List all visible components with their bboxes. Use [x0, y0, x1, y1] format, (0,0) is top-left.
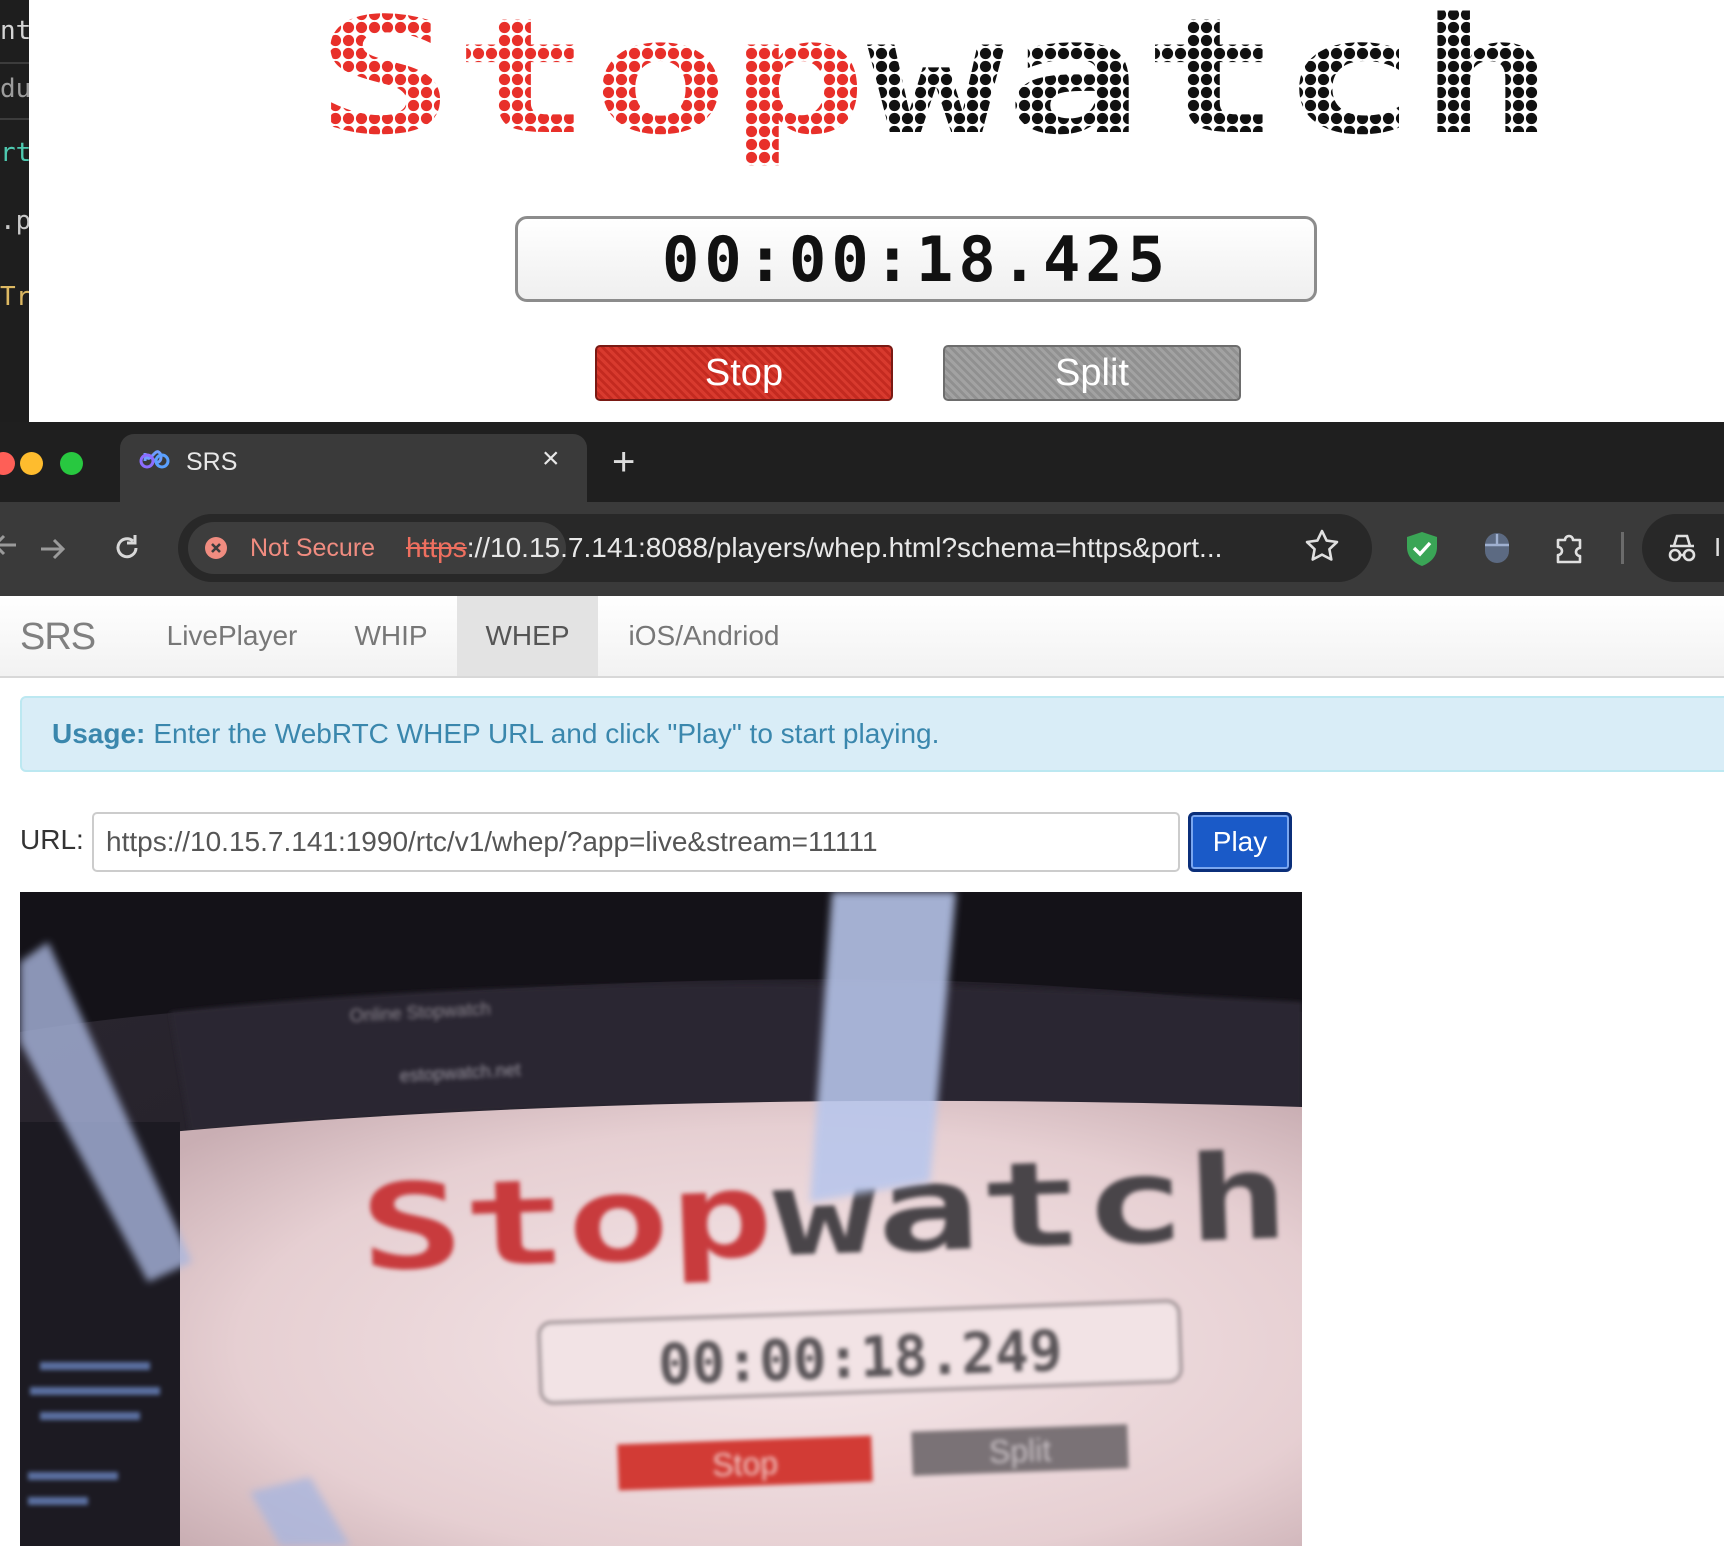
shield-extension-icon[interactable]	[1404, 530, 1440, 568]
srs-brand[interactable]: SRS	[20, 616, 96, 659]
mouse-extension-icon[interactable]	[1482, 530, 1512, 566]
url-label: URL:	[20, 824, 84, 855]
tab-close-icon[interactable]: ×	[542, 442, 560, 476]
minimize-window-button[interactable]	[20, 452, 43, 475]
new-tab-button[interactable]: +	[612, 440, 635, 485]
reload-icon[interactable]	[111, 532, 143, 564]
video-stop-label: Stop	[712, 1445, 779, 1483]
zoom-window-button[interactable]	[60, 452, 83, 475]
nav-liveplayer[interactable]: LivePlayer	[140, 596, 324, 676]
nav-whep[interactable]: WHEP	[457, 596, 598, 676]
srs-navbar: SRS LivePlayer WHIP WHEP iOS/Andriod	[0, 596, 1724, 678]
nav-ios-android[interactable]: iOS/Andriod	[610, 596, 798, 676]
usage-alert: Usage: Enter the WebRTC WHEP URL and cli…	[20, 696, 1724, 772]
extensions-puzzle-icon[interactable]	[1552, 530, 1588, 566]
usage-text: Enter the WebRTC WHEP URL and click "Pla…	[153, 718, 940, 749]
stopwatch-logo: Stop watch	[316, 8, 1556, 170]
play-button[interactable]: Play	[1188, 812, 1292, 872]
editor-line: Tra	[0, 282, 29, 312]
incognito-icon	[1668, 534, 1696, 562]
not-secure-icon	[205, 537, 227, 559]
toolbar-divider	[1621, 532, 1624, 564]
srs-favicon-icon	[139, 450, 170, 469]
split-button[interactable]: Split	[943, 345, 1241, 401]
usage-label: Usage:	[52, 718, 146, 749]
not-secure-label: Not Secure	[250, 534, 376, 562]
editor-line: .py	[0, 206, 29, 236]
editor-line: nt(	[0, 16, 29, 46]
address-bar[interactable]: Not Secure https://10.15.7.141:8088/play…	[178, 514, 1372, 582]
editor-line: rtc	[0, 138, 29, 168]
forward-icon[interactable]	[38, 534, 68, 564]
video-split-label: Split	[988, 1432, 1052, 1470]
timer-display: 00:00:18.425	[515, 216, 1317, 302]
nav-whip[interactable]: WHIP	[336, 596, 446, 676]
tab-title: SRS	[186, 448, 238, 476]
editor-line: du	[0, 74, 29, 104]
browser-tab-srs[interactable]: SRS ×	[120, 434, 587, 502]
profile-button[interactable]: I	[1642, 514, 1724, 582]
url-text[interactable]: https://10.15.7.141:8088/players/whep.ht…	[406, 532, 1296, 564]
bookmark-star-icon[interactable]	[1304, 528, 1340, 564]
logo-text: Stop watch	[316, 8, 1556, 170]
url-scheme: https	[406, 532, 467, 563]
stop-button[interactable]: Stop	[595, 345, 893, 401]
stopwatch-page: Stop watch 00:00:18.425 Stop Split	[29, 0, 1724, 422]
video-player[interactable]: Online Stopwatch estopwatch.net Stop watc…	[20, 892, 1302, 1546]
whep-url-input[interactable]	[92, 812, 1180, 872]
back-icon[interactable]	[0, 530, 20, 560]
code-editor-strip: nt( du rtc .py Tra	[0, 0, 29, 422]
url-rest: ://10.15.7.141:8088/players/whep.html?sc…	[466, 532, 1223, 563]
